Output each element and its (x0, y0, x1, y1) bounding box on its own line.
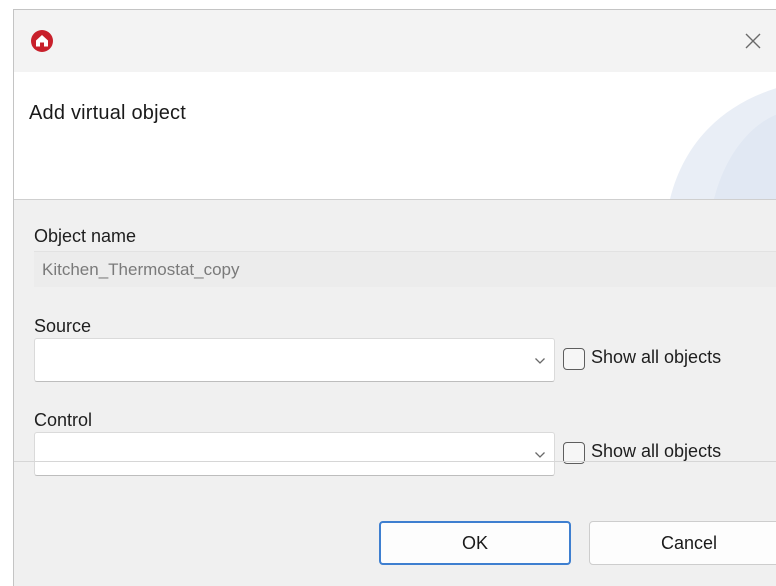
ok-button[interactable]: OK (379, 521, 571, 565)
control-label: Control (34, 410, 93, 430)
dialog-title: Add virtual object (29, 102, 187, 124)
title-bar (14, 10, 776, 72)
object-name-field[interactable]: Kitchen_Thermostat_copy (34, 251, 776, 287)
source-show-all-label: Show all objects (591, 347, 722, 367)
source-show-all-toggle[interactable]: Show all objects (563, 345, 776, 375)
close-icon (745, 33, 761, 49)
home-icon (31, 30, 53, 52)
header-banner: Add virtual object (14, 72, 776, 200)
source-label: Source (34, 316, 92, 336)
close-button[interactable] (738, 26, 768, 56)
header-decoration (670, 88, 776, 199)
control-dropdown[interactable] (34, 432, 555, 476)
add-virtual-object-dialog: Add virtual object Object name Kitchen_T… (13, 9, 776, 586)
control-show-all-label: Show all objects (591, 441, 722, 461)
object-name-label: Object name (34, 226, 137, 246)
cancel-button[interactable]: Cancel (589, 521, 776, 565)
chevron-down-icon (535, 358, 545, 364)
source-dropdown[interactable] (34, 338, 555, 382)
chevron-down-icon (535, 452, 545, 458)
source-show-all-checkbox[interactable] (563, 348, 585, 370)
footer-divider (14, 461, 776, 462)
control-show-all-toggle[interactable]: Show all objects (563, 439, 776, 469)
